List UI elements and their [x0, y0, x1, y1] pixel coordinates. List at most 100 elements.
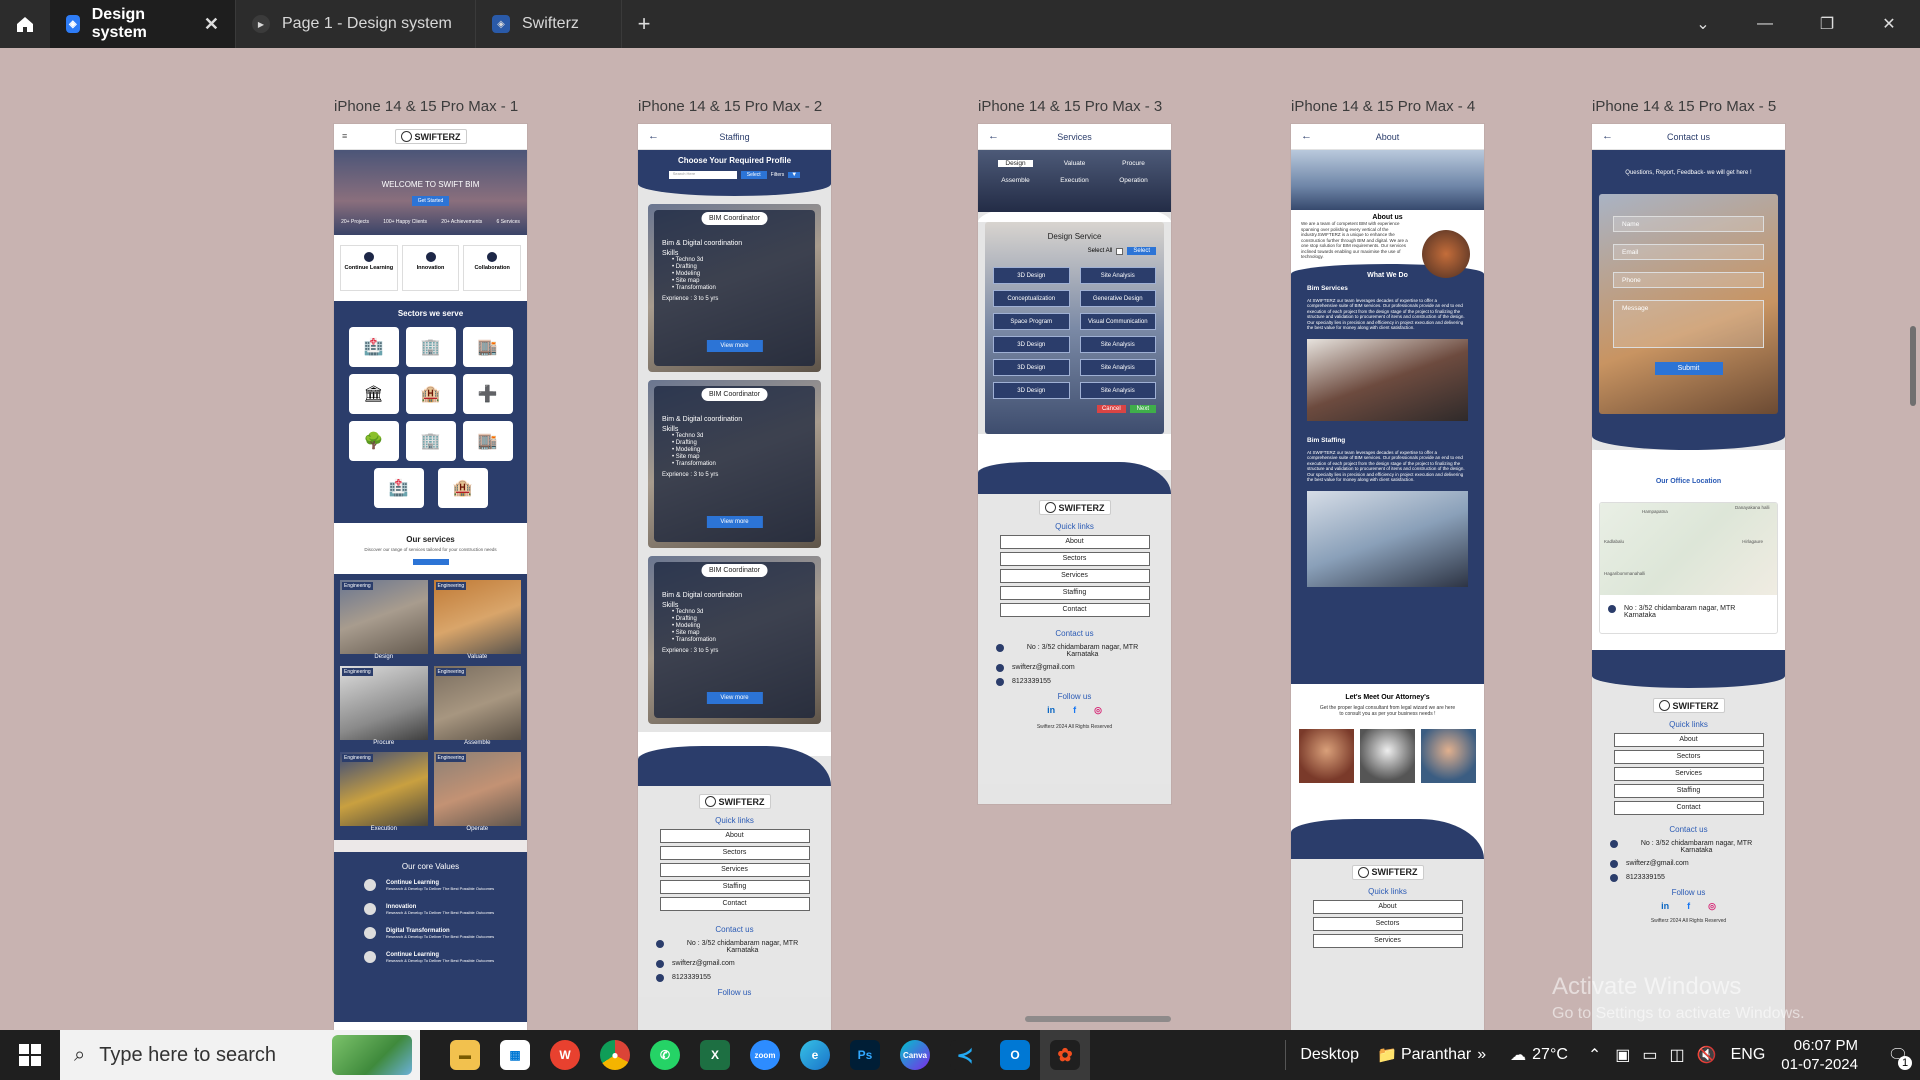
service-option[interactable]: Site Analysis [1079, 359, 1156, 376]
excel-icon[interactable]: X [690, 1030, 740, 1080]
back-arrow-icon[interactable]: ← [648, 130, 659, 142]
footer-link[interactable]: Sectors [999, 552, 1150, 566]
email-input[interactable]: Email [1613, 244, 1764, 260]
frame-about[interactable]: ← About About us We are a team of compete… [1291, 124, 1484, 1030]
avatar[interactable] [1421, 728, 1476, 783]
frame-home[interactable]: ≡ SWIFTERZ WELCOME TO SWIFT BIM Get Star… [334, 124, 527, 1030]
avatar[interactable] [1299, 728, 1354, 783]
menu-tab[interactable]: Design [998, 160, 1033, 167]
volume-muted-icon[interactable]: 🔇 [1697, 1045, 1717, 1065]
service-option[interactable]: Site Analysis [1079, 336, 1156, 353]
footer-link[interactable]: Staffing [999, 586, 1150, 600]
view-more-button[interactable]: View more [706, 516, 763, 528]
message-input[interactable]: Message [1613, 300, 1764, 348]
back-arrow-icon[interactable]: ← [988, 130, 999, 142]
menu-tab[interactable]: Execution [1045, 177, 1104, 184]
map[interactable]: Hampapatna Danayakana halli Kadlabalu Hi… [1599, 502, 1778, 634]
submit-button[interactable]: Submit [1654, 362, 1723, 375]
menu-tab[interactable]: Valuate [1045, 160, 1104, 167]
footer-link[interactable]: About [1613, 733, 1764, 747]
frame-services[interactable]: ← Services Design Valuate Procure Assembl… [978, 124, 1171, 804]
explore-button[interactable] [412, 559, 449, 565]
chrome-icon[interactable]: ● [590, 1030, 640, 1080]
filter-icon[interactable]: ▼ [788, 172, 801, 178]
footer-link[interactable]: Services [1312, 933, 1463, 948]
get-started-button[interactable]: Get Started [411, 196, 450, 206]
service-option[interactable]: Visual Communication [1079, 313, 1156, 330]
notification-icon[interactable]: 🗨 1 [1876, 1030, 1920, 1080]
tab-page-1[interactable]: ▶ Page 1 - Design system [236, 0, 476, 48]
home-icon[interactable] [0, 0, 50, 48]
vertical-scrollbar[interactable] [1910, 326, 1916, 406]
linkedin-icon[interactable]: in [1047, 705, 1055, 716]
phone-input[interactable]: Phone [1613, 272, 1764, 288]
profile-card[interactable]: BIM Coordinator Bim & Digital coordinati… [648, 204, 821, 372]
profile-card[interactable]: BIM Coordinator Bim & Digital coordinati… [648, 556, 821, 724]
menu-tab[interactable]: Operation [1104, 177, 1163, 184]
new-tab-button[interactable]: + [622, 0, 666, 48]
view-more-button[interactable]: View more [706, 692, 763, 704]
clock[interactable]: 06:07 PM 01-07-2024 [1781, 1036, 1858, 1074]
name-input[interactable]: Name [1613, 216, 1764, 232]
canva-icon[interactable]: Canva [890, 1030, 940, 1080]
footer-link[interactable]: Services [1613, 767, 1764, 781]
cancel-button[interactable]: Cancel [1096, 405, 1126, 413]
footer-link[interactable]: Staffing [1613, 784, 1764, 798]
edge-icon[interactable]: e [790, 1030, 840, 1080]
instagram-icon[interactable]: ◎ [1094, 705, 1102, 716]
frame-label[interactable]: iPhone 14 & 15 Pro Max - 3 [978, 98, 1162, 115]
footer-link[interactable]: Staffing [659, 880, 810, 894]
select-button[interactable]: Select [1127, 247, 1156, 255]
footer-link[interactable]: Sectors [1613, 750, 1764, 764]
chevron-double-right-icon[interactable]: » [1477, 1046, 1486, 1064]
next-button[interactable]: Next [1129, 405, 1156, 413]
tab-swifterz[interactable]: ◈ Swifterz [476, 0, 622, 48]
frame-staffing[interactable]: ← Staffing Choose Your Required Profile S… [638, 124, 831, 1030]
view-more-button[interactable]: View more [706, 340, 763, 352]
chevron-up-icon[interactable]: ⌃ [1588, 1045, 1601, 1065]
facebook-icon[interactable]: f [1687, 901, 1690, 912]
service-option[interactable]: Site Analysis [1079, 382, 1156, 399]
profile-card[interactable]: BIM Coordinator Bim & Digital coordinati… [648, 380, 821, 548]
meet-now-icon[interactable]: ▣ [1615, 1045, 1630, 1065]
frame-label[interactable]: iPhone 14 & 15 Pro Max - 1 [334, 98, 518, 115]
footer-link[interactable]: About [1312, 899, 1463, 914]
user-folder-icon[interactable]: 📁 [1377, 1045, 1397, 1065]
horizontal-scrollbar[interactable] [1025, 1016, 1171, 1022]
linkedin-icon[interactable]: in [1661, 901, 1669, 912]
windows-start-icon[interactable] [0, 1030, 60, 1080]
service-option[interactable]: 3D Design [993, 382, 1070, 399]
desktop-toolbar[interactable]: Desktop [1300, 1046, 1359, 1064]
close-tab-icon[interactable]: ✕ [204, 14, 219, 35]
footer-link[interactable]: Sectors [1312, 916, 1463, 931]
footer-link[interactable]: About [659, 829, 810, 843]
battery-icon[interactable]: ▭ [1642, 1045, 1657, 1065]
frame-label[interactable]: iPhone 14 & 15 Pro Max - 5 [1592, 98, 1776, 115]
back-arrow-icon[interactable]: ← [1602, 130, 1613, 142]
search-input[interactable]: Search Here [668, 171, 737, 179]
frame-contact[interactable]: ← Contact us Questions, Report, Feedback-… [1592, 124, 1785, 1030]
photoshop-icon[interactable]: Ps [840, 1030, 890, 1080]
language-indicator[interactable]: ENG [1731, 1046, 1766, 1064]
footer-link[interactable]: About [999, 535, 1150, 549]
store-icon[interactable]: ▦ [490, 1030, 540, 1080]
whatsapp-icon[interactable]: ✆ [640, 1030, 690, 1080]
weather-icon[interactable]: ☁ [1510, 1045, 1526, 1065]
tab-design-system[interactable]: ◈ Design system ✕ [50, 0, 236, 48]
service-option[interactable]: 3D Design [993, 336, 1070, 353]
footer-link[interactable]: Contact [659, 897, 810, 911]
close-window-button[interactable]: ✕ [1858, 0, 1920, 48]
back-arrow-icon[interactable]: ← [1301, 130, 1312, 142]
service-option[interactable]: Conceptualization [993, 290, 1070, 307]
wps-icon[interactable]: W [540, 1030, 590, 1080]
network-icon[interactable]: ◫ [1670, 1045, 1685, 1065]
service-option[interactable]: Space Program [993, 313, 1070, 330]
instagram-icon[interactable]: ◎ [1708, 901, 1716, 912]
frame-label[interactable]: iPhone 14 & 15 Pro Max - 2 [638, 98, 822, 115]
user-toolbar[interactable]: Paranthar [1401, 1046, 1471, 1064]
vscode-icon[interactable]: ≺ [940, 1030, 990, 1080]
footer-link[interactable]: Services [659, 863, 810, 877]
minimize-button[interactable]: — [1734, 0, 1796, 48]
figma-canvas[interactable]: iPhone 14 & 15 Pro Max - 1 iPhone 14 & 1… [0, 48, 1920, 1030]
outlook-icon[interactable]: O [990, 1030, 1040, 1080]
